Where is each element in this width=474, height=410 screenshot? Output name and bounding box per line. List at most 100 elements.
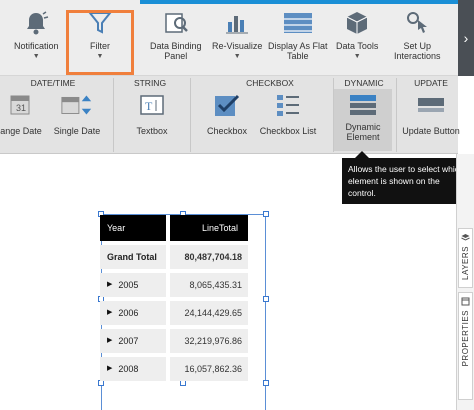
checkbox-list-button[interactable]: Checkbox List (260, 92, 316, 136)
group-header-checkbox: CHECKBOX (246, 78, 294, 88)
layers-tab-label: LAYERS (461, 246, 470, 280)
display-flat-table-button[interactable]: Display As Flat Table (268, 8, 328, 61)
expand-triangle-icon[interactable]: ▶ (107, 329, 112, 353)
data-binding-label-1: Data Binding (150, 41, 202, 51)
data-binding-panel-button[interactable]: Data Binding Panel (150, 8, 202, 61)
checkbox-icon (210, 92, 244, 118)
row-value-cell: 16,057,862.36 (170, 357, 248, 381)
dynamic-element-label-2: Element (346, 132, 380, 142)
table-row: ▶ 2008 16,057,862.36 (100, 357, 248, 381)
chevron-down-icon: ▼ (233, 53, 241, 60)
dynamic-element-button[interactable]: Dynamic Element (334, 89, 392, 151)
svg-text:T: T (145, 99, 153, 113)
row-year-cell[interactable]: ▶ 2006 (100, 301, 166, 325)
data-tools-icon (340, 8, 374, 38)
update-button-icon (414, 92, 448, 118)
svg-text:31: 31 (16, 103, 26, 113)
pivot-table: Year LineTotal Grand Total 80,487,704.18… (100, 215, 248, 381)
table-icon (281, 8, 315, 38)
re-visualize-label: Re-Visualize (212, 41, 263, 51)
row-value-cell: 8,065,435.31 (170, 273, 248, 297)
expand-triangle-icon[interactable]: ▶ (107, 273, 112, 297)
range-date-label: ange Date (0, 126, 42, 136)
group-header-datetime: DATE/TIME (30, 78, 76, 88)
row-value-cell: 24,144,429.65 (170, 301, 248, 325)
group-divider (190, 78, 191, 152)
properties-tab[interactable]: PROPERTIES (458, 292, 473, 400)
expand-triangle-icon[interactable]: ▶ (107, 357, 112, 381)
flat-table-label-2: Table (287, 51, 309, 61)
expand-triangle-icon[interactable]: ▶ (107, 301, 112, 325)
row-year-label: 2008 (118, 364, 139, 374)
filter-highlight-box (66, 10, 134, 75)
grand-total-row: Grand Total 80,487,704.18 (100, 245, 248, 269)
row-value-cell: 32,219,976.86 (170, 329, 248, 353)
properties-tab-label: PROPERTIES (461, 310, 470, 367)
tooltip-arrow (355, 151, 369, 158)
row-year-cell[interactable]: ▶ 2005 (100, 273, 166, 297)
tooltip-line: Allows the user to select which (348, 164, 464, 174)
table-row: ▶ 2007 32,219,976.86 (100, 329, 248, 353)
ribbon-scroll-right[interactable]: › (458, 0, 474, 76)
chevron-down-icon: ▼ (32, 53, 40, 60)
row-year-cell[interactable]: ▶ 2007 (100, 329, 166, 353)
group-header-dynamic: DYNAMIC (344, 78, 384, 88)
calendar-spinner-icon (60, 92, 94, 118)
chevron-down-icon: ▼ (353, 53, 361, 60)
column-header-year[interactable]: Year (100, 215, 166, 241)
textbox-icon: T (135, 92, 169, 118)
re-visualize-button[interactable]: Re-Visualize ▼ (212, 8, 262, 60)
column-header-linetotal[interactable]: LineTotal (170, 215, 248, 241)
group-divider (113, 78, 114, 152)
interactions-label-1: Set Up (403, 41, 432, 51)
range-date-button[interactable]: 31 ange Date (0, 92, 42, 136)
chart-icon (220, 8, 254, 38)
textbox-button[interactable]: T Textbox (130, 92, 174, 136)
dynamic-element-tooltip: Allows the user to select which element … (342, 158, 472, 204)
resize-handle[interactable] (263, 211, 269, 217)
calendar-range-icon: 31 (4, 92, 38, 118)
checkbox-label: Checkbox (206, 126, 248, 136)
layers-tab[interactable]: LAYERS (458, 228, 473, 288)
interactions-icon (400, 8, 434, 38)
grand-total-value: 80,487,704.18 (170, 245, 248, 269)
properties-icon (461, 297, 470, 306)
update-button-label: Update Button (402, 126, 460, 136)
flat-table-label-1: Display As Flat (268, 41, 328, 51)
data-binding-icon (159, 8, 193, 38)
table-row: ▶ 2005 8,065,435.31 (100, 273, 248, 297)
update-button[interactable]: Update Button (402, 92, 460, 136)
table-header-row: Year LineTotal (100, 215, 248, 241)
single-date-button[interactable]: Single Date (52, 92, 102, 136)
checkbox-button[interactable]: Checkbox (204, 92, 250, 136)
row-year-label: 2006 (118, 308, 139, 318)
single-date-label: Single Date (53, 126, 101, 136)
data-binding-label-2: Panel (164, 51, 188, 61)
group-header-string: STRING (133, 78, 167, 88)
data-tools-button[interactable]: Data Tools ▼ (336, 8, 378, 60)
bell-icon (19, 8, 53, 38)
row-year-label: 2007 (118, 336, 139, 346)
notification-label: Notification (14, 41, 59, 51)
row-year-label: 2005 (118, 280, 139, 290)
row-year-cell[interactable]: ▶ 2008 (100, 357, 166, 381)
group-divider (396, 78, 397, 152)
tooltip-line: element is shown on the (348, 176, 440, 186)
resize-handle[interactable] (263, 380, 269, 386)
layers-icon (461, 234, 470, 241)
resize-handle[interactable] (263, 296, 269, 302)
checkbox-list-icon (271, 92, 305, 118)
dynamic-element-icon (346, 92, 380, 118)
group-header-update: UPDATE (414, 78, 448, 88)
notification-button[interactable]: Notification ▼ (14, 8, 59, 60)
grand-total-label: Grand Total (100, 245, 166, 269)
tooltip-line: control. (348, 188, 376, 198)
ribbon-accent-bar (140, 0, 458, 4)
control-ribbon: DATE/TIME STRING CHECKBOX DYNAMIC UPDATE… (0, 76, 460, 154)
data-tools-label: Data Tools (336, 41, 379, 51)
set-up-interactions-button[interactable]: Set Up Interactions (394, 8, 441, 61)
textbox-label: Textbox (136, 126, 168, 136)
table-row: ▶ 2006 24,144,429.65 (100, 301, 248, 325)
interactions-label-2: Interactions (394, 51, 441, 61)
chevron-right-icon: › (463, 30, 469, 46)
